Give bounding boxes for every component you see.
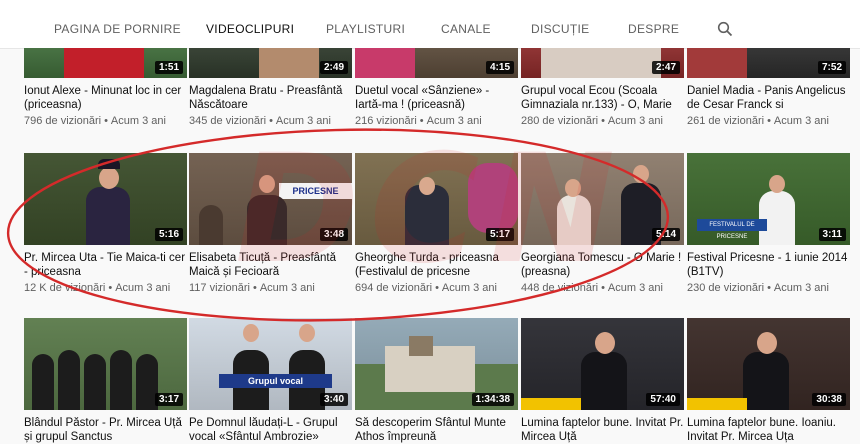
video-duration: 7:52 — [817, 61, 846, 74]
video-title[interactable]: Pe Domnul lăudați-L - Grupul vocal «Sfân… — [189, 416, 352, 444]
video-thumbnail[interactable]: 4:15 — [355, 48, 518, 78]
upload-age: Acum 3 ani — [607, 282, 663, 294]
video-card[interactable]: 1:51 Ionut Alexe - Minunat loc in cer (p… — [24, 48, 187, 127]
video-duration: 1:34:38 — [471, 393, 514, 406]
video-duration: 5:17 — [485, 228, 514, 241]
video-duration: 2:47 — [651, 61, 680, 74]
video-card[interactable]: 2:47 Grupul vocal Ecou (Scoala Gimnazial… — [521, 48, 684, 127]
video-card[interactable]: 30:38 Lumina faptelor bune. Ioaniu. Invi… — [687, 318, 850, 444]
video-thumbnail[interactable]: 2:49 — [189, 48, 352, 78]
video-card[interactable]: 1:34:38 Să descoperim Sfântul Munte Atho… — [355, 318, 518, 444]
view-count: 261 de vizionări — [687, 115, 765, 127]
video-duration: 5:14 — [651, 228, 680, 241]
video-card[interactable]: 5:17 Gheorghe Turda - priceasna (Festiva… — [355, 153, 518, 294]
video-thumbnail[interactable]: 7:52 — [687, 48, 850, 78]
video-thumbnail[interactable]: 2:47 — [521, 48, 684, 78]
video-duration: 3:48 — [319, 228, 348, 241]
video-title[interactable]: Pr. Mircea Uta - Tie Maica-ti cer - pric… — [24, 251, 187, 279]
video-card[interactable]: 57:40 Lumina faptelor bune. Invitat Pr. … — [521, 318, 684, 444]
upload-age: Acum 3 ani — [773, 115, 829, 127]
view-count: 12 K de vizionări — [24, 282, 106, 294]
video-meta: 796 de vizionări • Acum 3 ani — [24, 115, 166, 127]
view-count: 694 de vizionări — [355, 282, 433, 294]
video-duration: 30:38 — [812, 393, 846, 406]
upload-age: Acum 3 ani — [275, 115, 331, 127]
video-duration: 57:40 — [646, 393, 680, 406]
video-thumbnail[interactable]: FESTIVALUL DE PRICESNE 3:11 — [687, 153, 850, 245]
video-title[interactable]: Georgiana Tomescu - O Marie ! (preasna) — [521, 251, 684, 279]
video-meta: 280 de vizionări • Acum 3 ani — [521, 115, 663, 127]
video-card[interactable]: 7:52 Daniel Madia - Panis Angelicus de C… — [687, 48, 850, 127]
upload-age: Acum 3 ani — [426, 115, 482, 127]
video-meta: 261 de vizionări • Acum 3 ani — [687, 115, 829, 127]
video-duration: 2:49 — [319, 61, 348, 74]
video-title[interactable]: Magdalena Bratu - Preasfântă Născătoare — [189, 84, 352, 112]
view-count: 216 vizionări — [355, 115, 417, 127]
upload-age: Acum 3 ani — [773, 282, 829, 294]
video-card[interactable]: FESTIVALUL DE PRICESNE 3:11 Festival Pri… — [687, 153, 850, 294]
video-title[interactable]: Daniel Madia - Panis Angelicus de Cesar … — [687, 84, 850, 112]
tab-discussion[interactable]: DISCUȚIE — [531, 22, 589, 36]
view-count: 230 de vizionări — [687, 282, 765, 294]
video-card[interactable]: 2:49 Magdalena Bratu - Preasfântă Născăt… — [189, 48, 352, 127]
upload-age: Acum 3 ani — [115, 282, 171, 294]
video-meta: 216 vizionări • Acum 3 ani — [355, 115, 482, 127]
tab-playlists[interactable]: PLAYLISTURI — [326, 22, 405, 36]
video-card[interactable]: 5:16 Pr. Mircea Uta - Tie Maica-ti cer -… — [24, 153, 187, 294]
channel-nav-bar: PAGINA DE PORNIRE VIDEOCLIPURI PLAYLISTU… — [0, 0, 860, 49]
video-title[interactable]: Ionut Alexe - Minunat loc in cer (pricea… — [24, 84, 187, 112]
tab-channels[interactable]: CANALE — [441, 22, 491, 36]
video-duration: 1:51 — [154, 61, 183, 74]
video-card[interactable]: Grupul vocal 3:40 Pe Domnul lăudați-L - … — [189, 318, 352, 444]
video-thumbnail[interactable]: Grupul vocal 3:40 — [189, 318, 352, 410]
video-duration: 3:40 — [319, 393, 348, 406]
tab-about[interactable]: DESPRE — [628, 22, 679, 36]
video-title[interactable]: Blândul Păstor - Pr. Mircea Uță și grupu… — [24, 416, 187, 444]
video-card[interactable]: PRICESNE 3:48 Elisabeta Ticuță - Preasfâ… — [189, 153, 352, 294]
view-count: 345 de vizionări — [189, 115, 267, 127]
upload-age: Acum 3 ani — [607, 115, 663, 127]
view-count: 448 de vizionări — [521, 282, 599, 294]
video-title[interactable]: Elisabeta Ticuță - Preasfântă Maică și F… — [189, 251, 352, 279]
video-meta: 694 de vizionări • Acum 3 ani — [355, 282, 497, 294]
tab-home[interactable]: PAGINA DE PORNIRE — [54, 22, 181, 36]
video-thumbnail[interactable]: 1:51 — [24, 48, 187, 78]
video-thumbnail[interactable]: 5:16 — [24, 153, 187, 245]
search-icon[interactable] — [717, 21, 733, 37]
video-title[interactable]: Lumina faptelor bune. Ioaniu. Invitat Pr… — [687, 416, 850, 444]
video-thumbnail[interactable]: PRICESNE 3:48 — [189, 153, 352, 245]
video-title[interactable]: Lumina faptelor bune. Invitat Pr. Mircea… — [521, 416, 684, 444]
video-thumbnail[interactable]: 5:17 — [355, 153, 518, 245]
video-thumbnail[interactable]: 3:17 — [24, 318, 187, 410]
video-thumbnail[interactable]: 1:34:38 — [355, 318, 518, 410]
video-meta: 12 K de vizionări • Acum 3 ani — [24, 282, 171, 294]
video-meta: 345 de vizionări • Acum 3 ani — [189, 115, 331, 127]
video-duration: 3:17 — [154, 393, 183, 406]
video-title[interactable]: Duetul vocal «Sânziene» - Iartă-ma ! (pr… — [355, 84, 518, 112]
video-title[interactable]: Festival Pricesne - 1 iunie 2014 (B1TV) — [687, 251, 850, 279]
video-meta: 117 vizionări • Acum 3 ani — [189, 282, 315, 294]
view-count: 117 vizionări — [189, 282, 250, 294]
upload-age: Acum 3 ani — [110, 115, 166, 127]
video-card[interactable]: 3:17 Blândul Păstor - Pr. Mircea Uță și … — [24, 318, 187, 444]
video-duration: 3:11 — [818, 228, 846, 241]
video-duration: 4:15 — [485, 61, 514, 74]
view-count: 280 de vizionări — [521, 115, 599, 127]
video-duration: 5:16 — [154, 228, 183, 241]
video-card[interactable]: 5:14 Georgiana Tomescu - O Marie ! (prea… — [521, 153, 684, 294]
video-card[interactable]: 4:15 Duetul vocal «Sânziene» - Iartă-ma … — [355, 48, 518, 127]
video-title[interactable]: Grupul vocal Ecou (Scoala Gimnaziala nr.… — [521, 84, 684, 112]
view-count: 796 de vizionări — [24, 115, 102, 127]
video-thumbnail[interactable]: 57:40 — [521, 318, 684, 410]
upload-age: Acum 3 ani — [441, 282, 497, 294]
video-meta: 448 de vizionări • Acum 3 ani — [521, 282, 663, 294]
upload-age: Acum 3 ani — [259, 282, 315, 294]
video-title[interactable]: Gheorghe Turda - priceasna (Festivalul d… — [355, 251, 518, 279]
video-meta: 230 de vizionări • Acum 3 ani — [687, 282, 829, 294]
video-thumbnail[interactable]: 5:14 — [521, 153, 684, 245]
video-title[interactable]: Să descoperim Sfântul Munte Athos împreu… — [355, 416, 518, 444]
tab-videos[interactable]: VIDEOCLIPURI — [206, 22, 294, 36]
video-thumbnail[interactable]: 30:38 — [687, 318, 850, 410]
